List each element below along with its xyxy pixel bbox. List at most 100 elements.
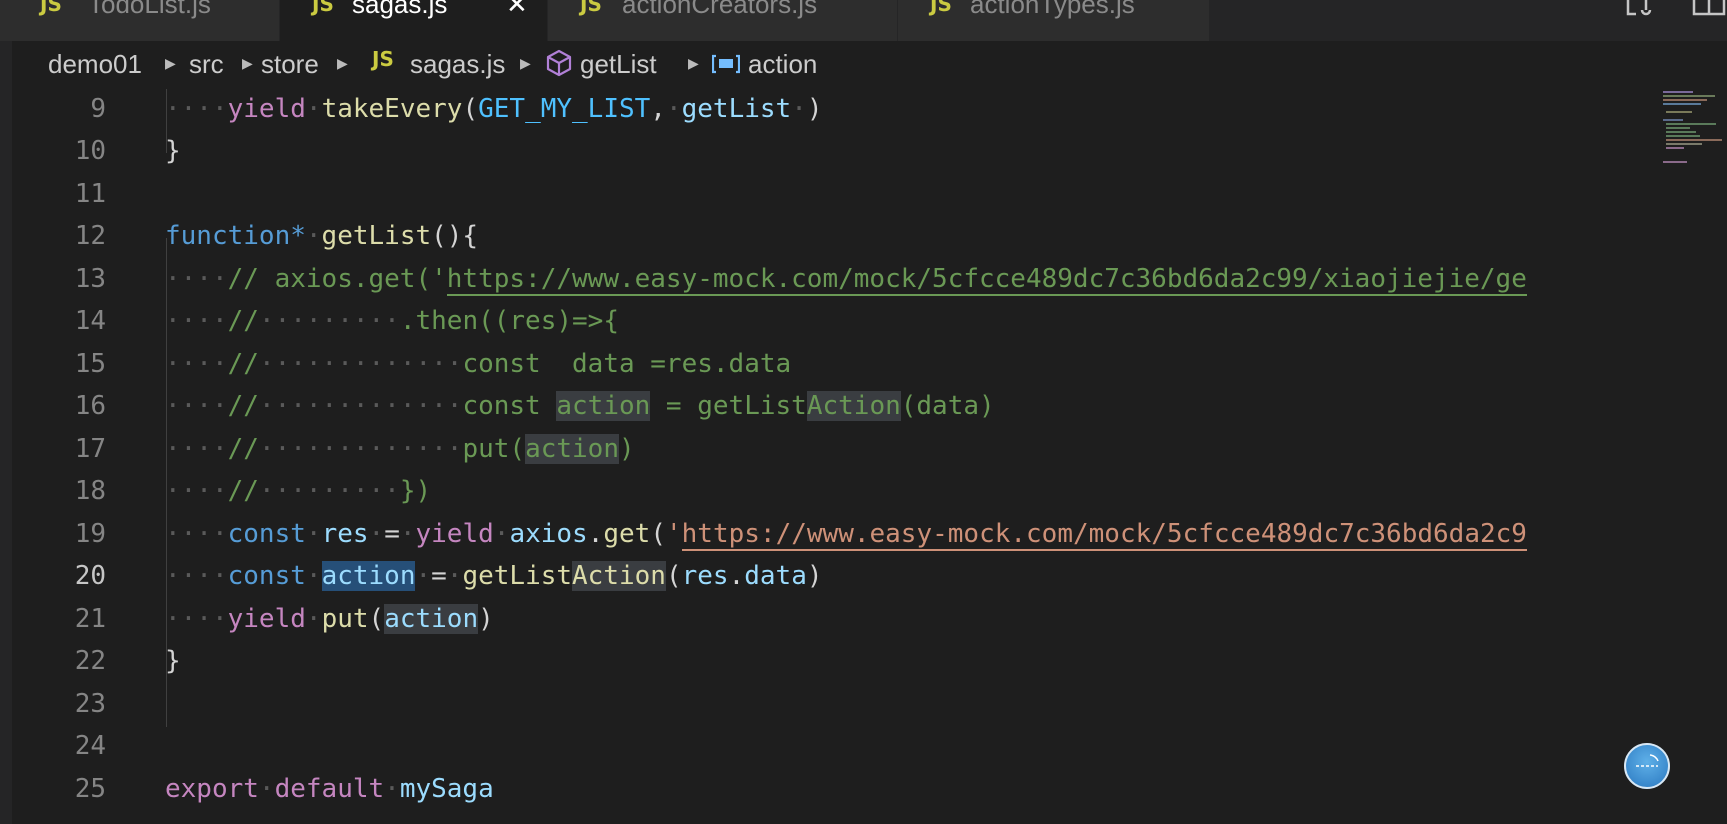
token: (data) xyxy=(900,391,995,421)
split-editor-icon[interactable] xyxy=(1692,0,1727,22)
line-number: 23 xyxy=(74,689,106,719)
line-number: 18 xyxy=(74,476,106,506)
code-text: ····yield·takeEvery(GET_MY_LIST,·getList… xyxy=(165,94,823,124)
code-line: 12 function*·getList(){ xyxy=(12,216,1660,258)
close-icon[interactable]: ✕ xyxy=(506,0,528,20)
token: yield xyxy=(227,604,306,634)
line-number: 20 xyxy=(74,561,106,591)
minimap[interactable] xyxy=(1660,89,1727,824)
breadcrumb-item-getlist[interactable]: getList xyxy=(580,49,657,80)
token: const xyxy=(227,561,306,591)
code-line: 15 ····//·············const data =res.da… xyxy=(12,344,1660,386)
line-number: 9 xyxy=(90,94,106,124)
token: action xyxy=(556,391,651,421)
js-file-icon: JS xyxy=(312,0,334,16)
code-line: 13 ····// axios.get('https://www.easy-mo… xyxy=(12,259,1660,301)
token: ) xyxy=(618,434,635,464)
token: get xyxy=(603,519,651,549)
tab-label: sagas.js xyxy=(352,0,448,19)
minimap-line xyxy=(1663,103,1701,105)
code-line: 16 ····//·············const action = get… xyxy=(12,386,1660,428)
breadcrumb: demo01 ▶ src ▶ store ▶ JS sagas.js ▶ get… xyxy=(12,41,1715,89)
token: getList xyxy=(681,94,792,124)
line-number: 11 xyxy=(74,179,106,209)
code-line: 19 ····const·res·=·yield·axios.get('http… xyxy=(12,514,1660,556)
chevron-right-icon: ▶ xyxy=(520,55,531,71)
token: // axios.get(' xyxy=(227,264,447,294)
breadcrumb-item-demo01[interactable]: demo01 xyxy=(48,49,142,80)
tab-actioncreators[interactable]: JS actionCreators.js xyxy=(548,0,898,41)
code-line: 10 } xyxy=(12,131,1660,173)
code-line: 21 ····yield·put(action) xyxy=(12,599,1660,641)
token: .then((res)=>{ xyxy=(399,306,619,336)
token: mySaga xyxy=(399,774,494,804)
js-file-icon: JS xyxy=(580,0,602,16)
breadcrumb-item-sagas[interactable]: sagas.js xyxy=(410,49,505,80)
tab-label: actionCreators.js xyxy=(622,0,818,19)
code-text: ····const·res·=·yield·axios.get('https:/… xyxy=(165,519,1527,551)
line-number: 17 xyxy=(74,434,106,464)
chevron-right-icon: ▶ xyxy=(165,55,176,71)
token: const data =res.data xyxy=(462,349,792,379)
js-file-icon: JS xyxy=(930,0,952,16)
token: export xyxy=(165,774,259,804)
minimap-line xyxy=(1666,135,1700,137)
minimap-line xyxy=(1666,127,1690,129)
code-line: 23 xyxy=(12,684,1660,726)
code-line-current: 20 ····const·action·=·getListAction(res.… xyxy=(12,556,1660,598)
minimap-line xyxy=(1666,147,1684,149)
token: axios xyxy=(509,519,588,549)
token: GET_MY_LIST xyxy=(478,94,651,124)
tab-actiontypes[interactable]: JS actionTypes.js xyxy=(898,0,1210,41)
token: = getList xyxy=(650,391,807,421)
line-number: 15 xyxy=(74,349,106,379)
js-file-icon: JS xyxy=(40,0,62,16)
code-text: export·default·mySaga xyxy=(165,774,494,804)
token: action xyxy=(525,434,619,464)
tab-todolist[interactable]: JS TodoList.js xyxy=(0,0,280,41)
floating-assistant-icon[interactable] xyxy=(1624,743,1670,789)
code-line: 9 ····yield·takeEvery(GET_MY_LIST,·getLi… xyxy=(12,89,1660,131)
token: Action xyxy=(806,391,901,421)
line-number: 22 xyxy=(74,646,106,676)
code-text: ····//·············put(action) xyxy=(165,434,635,464)
code-line: 22 } xyxy=(12,641,1660,683)
line-number: 13 xyxy=(74,264,106,294)
code-text: } xyxy=(165,136,181,166)
minimap-line xyxy=(1663,161,1687,163)
line-number: 12 xyxy=(74,221,106,251)
token: res xyxy=(681,561,729,591)
minimap-line xyxy=(1663,91,1693,93)
code-line: 24 xyxy=(12,726,1660,768)
minimap-line xyxy=(1666,123,1716,125)
code-text: ····//·········.then((res)=>{ xyxy=(165,306,619,336)
code-text: ····// axios.get('https://www.easy-mock.… xyxy=(165,264,1527,296)
code-text: ····const·action·=·getListAction(res.dat… xyxy=(165,561,823,591)
tab-label: actionTypes.js xyxy=(970,0,1135,19)
token: data xyxy=(744,561,807,591)
code-editor[interactable]: 9 ····yield·takeEvery(GET_MY_LIST,·getLi… xyxy=(12,89,1660,824)
code-text: ····yield·put(action) xyxy=(165,604,494,634)
code-text: } xyxy=(165,646,181,676)
minimap-line xyxy=(1666,111,1692,113)
breadcrumb-item-action[interactable]: action xyxy=(748,49,817,80)
tab-label: TodoList.js xyxy=(88,0,211,19)
code-text: ····//·············const data =res.data xyxy=(165,349,792,379)
token: getList xyxy=(462,561,573,591)
tab-sagas[interactable]: JS sagas.js ✕ xyxy=(280,0,548,41)
minimap-line xyxy=(1663,99,1707,101)
breadcrumb-item-src[interactable]: src xyxy=(189,49,224,80)
variable-icon xyxy=(711,51,741,82)
token: yield xyxy=(415,519,494,549)
code-line: 18 ····//·········}) xyxy=(12,471,1660,513)
compare-icon[interactable] xyxy=(1624,0,1656,22)
token: const xyxy=(462,391,557,421)
editor-tab-bar: JS TodoList.js JS sagas.js ✕ JS actionCr… xyxy=(0,0,1727,42)
line-number: 16 xyxy=(74,391,106,421)
breadcrumb-item-store[interactable]: store xyxy=(261,49,319,80)
js-file-icon: JS xyxy=(372,47,394,71)
minimap-line xyxy=(1663,95,1715,97)
chevron-right-icon: ▶ xyxy=(688,55,699,71)
token: getList xyxy=(321,221,432,251)
token: default xyxy=(274,774,385,804)
